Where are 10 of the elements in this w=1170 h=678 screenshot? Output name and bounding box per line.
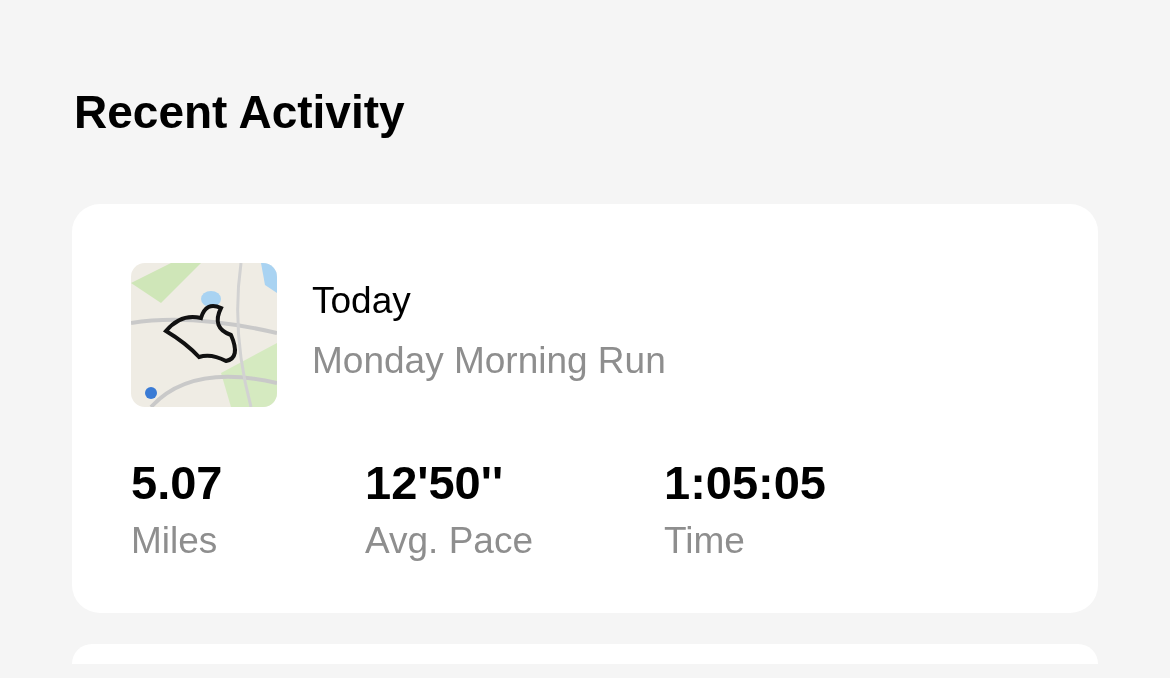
activity-date: Today [312,279,412,323]
stat-label: Time [664,519,746,563]
stat-value: 12'50'' [365,455,505,511]
stat-value: 5.07 [131,455,224,511]
activity-name: Monday Morning Run [312,339,666,383]
section-title: Recent Activity [74,85,406,140]
stat-label: Avg. Pace [365,519,534,563]
stat-value: 1:05:05 [664,455,826,511]
activity-card[interactable]: Today Monday Morning Run 5.07 Miles 12'50'' Avg. Pace 1:05:05 Time [72,204,1098,613]
stat-label: Miles [131,519,219,563]
